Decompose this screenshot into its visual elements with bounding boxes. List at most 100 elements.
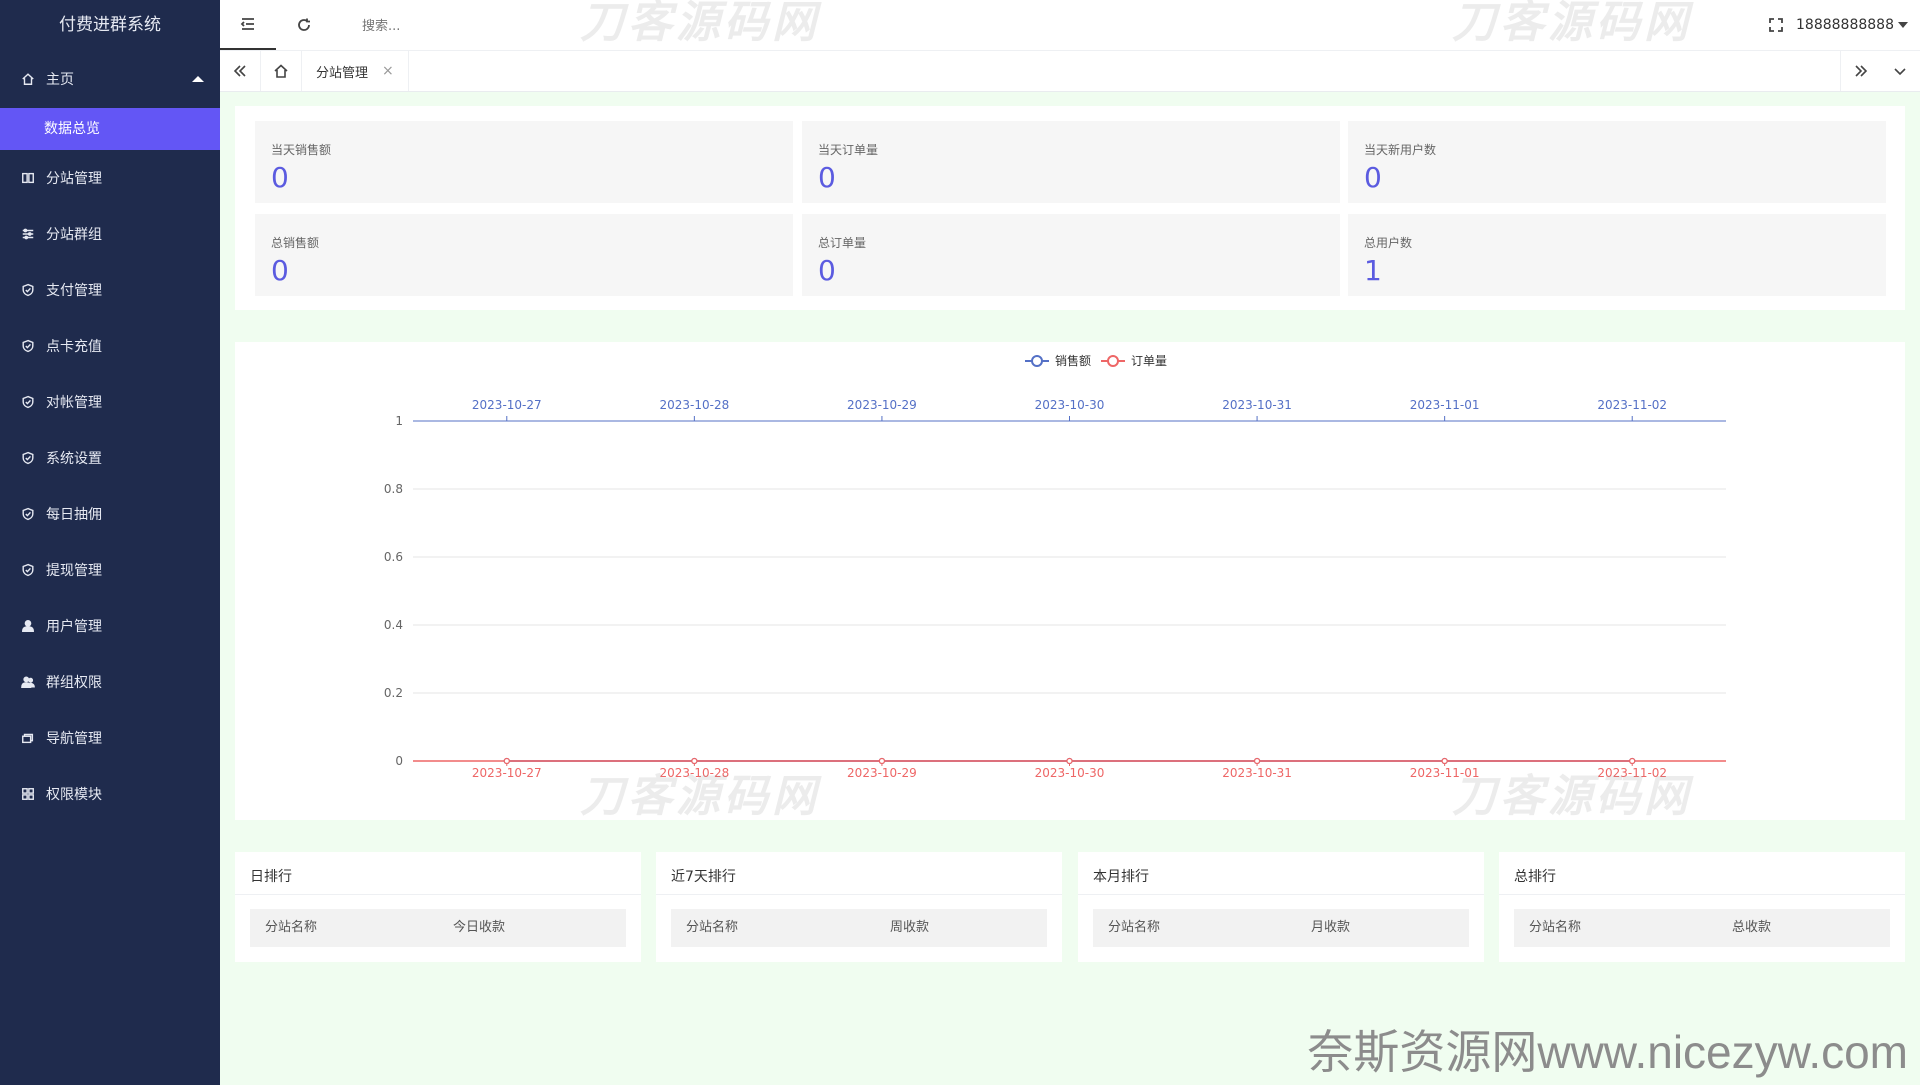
- users-icon: [20, 674, 36, 690]
- watermark: 刀客源码网: [1452, 771, 1692, 822]
- sidebar-item-7[interactable]: 提现管理: [0, 542, 220, 598]
- y-tick-label: 1: [395, 414, 403, 428]
- sidebar-item-0[interactable]: 分站管理: [0, 150, 220, 206]
- tabs-scroll-right-button[interactable]: [1840, 51, 1881, 91]
- x-tick-label-bottom: 2023-10-31: [1222, 766, 1292, 780]
- sidebar-item-label: 支付管理: [46, 283, 102, 299]
- column-header[interactable]: 周收款: [890, 909, 929, 947]
- divider: [656, 894, 1062, 895]
- tabs-dropdown-button[interactable]: [1880, 51, 1920, 91]
- tab-label: 分站管理: [316, 65, 369, 81]
- watermark: 刀客源码网: [1452, 0, 1692, 48]
- x-tick-label-top: 2023-10-31: [1222, 398, 1292, 412]
- stat-card: 总用户数 1: [1348, 214, 1886, 296]
- sidebar-item-11[interactable]: 权限模块: [0, 766, 220, 822]
- stat-value: 0: [271, 254, 289, 287]
- stats-panel: 当天销售额 0 当天订单量 0 当天新用户数 0 总销售额 0 总订单量 0 总…: [235, 106, 1905, 310]
- stat-value: 0: [818, 254, 836, 287]
- sidebar-item-1[interactable]: 分站群组: [0, 206, 220, 262]
- sidebar-item-label: 点卡充值: [46, 339, 102, 355]
- ranking-table-header: 分站名称 总收款: [1514, 909, 1890, 947]
- data-point: [1253, 757, 1261, 765]
- column-header[interactable]: 月收款: [1311, 909, 1350, 947]
- double-chevron-left-icon: [233, 65, 246, 77]
- stat-label: 当天销售额: [271, 143, 332, 157]
- ranking-weekly: 近7天排行 分站名称 周收款: [656, 852, 1062, 962]
- sidebar-item-5[interactable]: 系统设置: [0, 430, 220, 486]
- stat-label: 当天新用户数: [1364, 143, 1437, 157]
- x-tick-label-top: 2023-10-30: [1035, 398, 1105, 412]
- sidebar-item-label: 分站群组: [46, 227, 102, 243]
- sidebar: 付费进群系统 主页 数据总览 分站管理 分站群组 支付管理 点卡充值 对帐管理 系统设置每…: [0, 0, 220, 1085]
- close-icon[interactable]: ×: [382, 63, 394, 79]
- sidebar-item-8[interactable]: 用户管理: [0, 598, 220, 654]
- x-tick-label-bottom: 2023-10-30: [1035, 766, 1105, 780]
- legend-marker: [1031, 355, 1043, 367]
- data-point: [503, 757, 510, 765]
- ranking-title: 日排行: [250, 869, 292, 885]
- layers-icon: [20, 730, 36, 746]
- x-tick-label-bottom: 2023-10-27: [472, 766, 542, 780]
- ranking-table-header: 分站名称 月收款: [1093, 909, 1469, 947]
- x-tick-label-top: 2023-11-01: [1410, 398, 1480, 412]
- home-icon: [274, 64, 288, 78]
- x-tick-label-top: 2023-11-02: [1597, 398, 1667, 412]
- stat-card: 当天订单量 0: [802, 121, 1340, 203]
- sidebar-item-label: 提现管理: [46, 563, 102, 579]
- tabs-scroll-left-button[interactable]: [220, 51, 261, 91]
- refresh-button[interactable]: [276, 0, 332, 50]
- tab-home[interactable]: [261, 51, 302, 91]
- sidebar-item-label: 主页: [46, 72, 74, 88]
- refresh-icon: [298, 18, 310, 31]
- divider: [235, 894, 641, 895]
- home-icon: [20, 71, 36, 87]
- tab-branch-management[interactable]: 分站管理 ×: [302, 51, 409, 91]
- menu-fold-icon: [240, 18, 254, 30]
- data-point: [1066, 757, 1073, 765]
- user-menu[interactable]: 18888888888: [1796, 0, 1908, 50]
- shield-check-icon: [20, 338, 36, 354]
- legend-label: 订单量: [1131, 354, 1167, 368]
- stat-label: 总销售额: [271, 236, 320, 250]
- shield-check-icon: [20, 394, 36, 410]
- sidebar-item-2[interactable]: 支付管理: [0, 262, 220, 318]
- sidebar-item-label: 群组权限: [46, 675, 102, 691]
- column-header[interactable]: 分站名称: [686, 909, 738, 947]
- ranking-title: 本月排行: [1093, 869, 1149, 885]
- chart-panel: 销售额 订单量 1 0.8 0.6 0.4 0.2 0 2023-10-27 2023-10-27…: [235, 342, 1905, 820]
- y-tick-label: 0.8: [384, 482, 403, 496]
- line-chart: 销售额 订单量 1 0.8 0.6 0.4 0.2 0 2023-10-27 2023-10-27…: [384, 353, 1726, 780]
- column-header[interactable]: 分站名称: [1108, 909, 1160, 947]
- search-input[interactable]: [360, 14, 564, 38]
- y-tick-label: 0.2: [384, 686, 403, 700]
- data-point: [878, 757, 886, 765]
- site-watermark: 奈斯资源网www.nicezyw.com: [1307, 1026, 1908, 1078]
- double-chevron-right-icon: [1855, 65, 1868, 77]
- stat-card: 总订单量 0: [802, 214, 1340, 296]
- column-header[interactable]: 分站名称: [265, 909, 317, 947]
- sidebar-subitem-overview[interactable]: 数据总览: [0, 108, 220, 150]
- stat-card: 当天销售额 0: [255, 121, 793, 203]
- y-tick-label: 0: [395, 754, 403, 768]
- legend-label: 销售额: [1055, 353, 1091, 368]
- column-header[interactable]: 总收款: [1732, 909, 1771, 947]
- column-header[interactable]: 今日收款: [453, 909, 505, 947]
- sidebar-item-3[interactable]: 点卡充值: [0, 318, 220, 374]
- sidebar-item-home[interactable]: 主页: [0, 50, 220, 108]
- sidebar-item-10[interactable]: 导航管理: [0, 710, 220, 766]
- divider: [1078, 894, 1484, 895]
- menu-toggle-button[interactable]: [220, 0, 276, 50]
- stat-label: 总用户数: [1364, 236, 1413, 250]
- data-point: [1441, 757, 1448, 765]
- sidebar-item-label: 对帐管理: [46, 395, 102, 411]
- chevron-up-icon: [192, 76, 204, 82]
- sidebar-item-4[interactable]: 对帐管理: [0, 374, 220, 430]
- ranking-title: 总排行: [1514, 869, 1556, 885]
- sidebar-item-label: 用户管理: [46, 619, 102, 635]
- x-tick-label-bottom: 2023-10-29: [847, 766, 917, 780]
- sidebar-item-6[interactable]: 每日抽佣: [0, 486, 220, 542]
- sidebar-item-9[interactable]: 群组权限: [0, 654, 220, 710]
- ranking-daily: 日排行 分站名称 今日收款: [235, 852, 641, 962]
- sidebar-item-label: 分站管理: [46, 171, 102, 187]
- column-header[interactable]: 分站名称: [1529, 909, 1581, 947]
